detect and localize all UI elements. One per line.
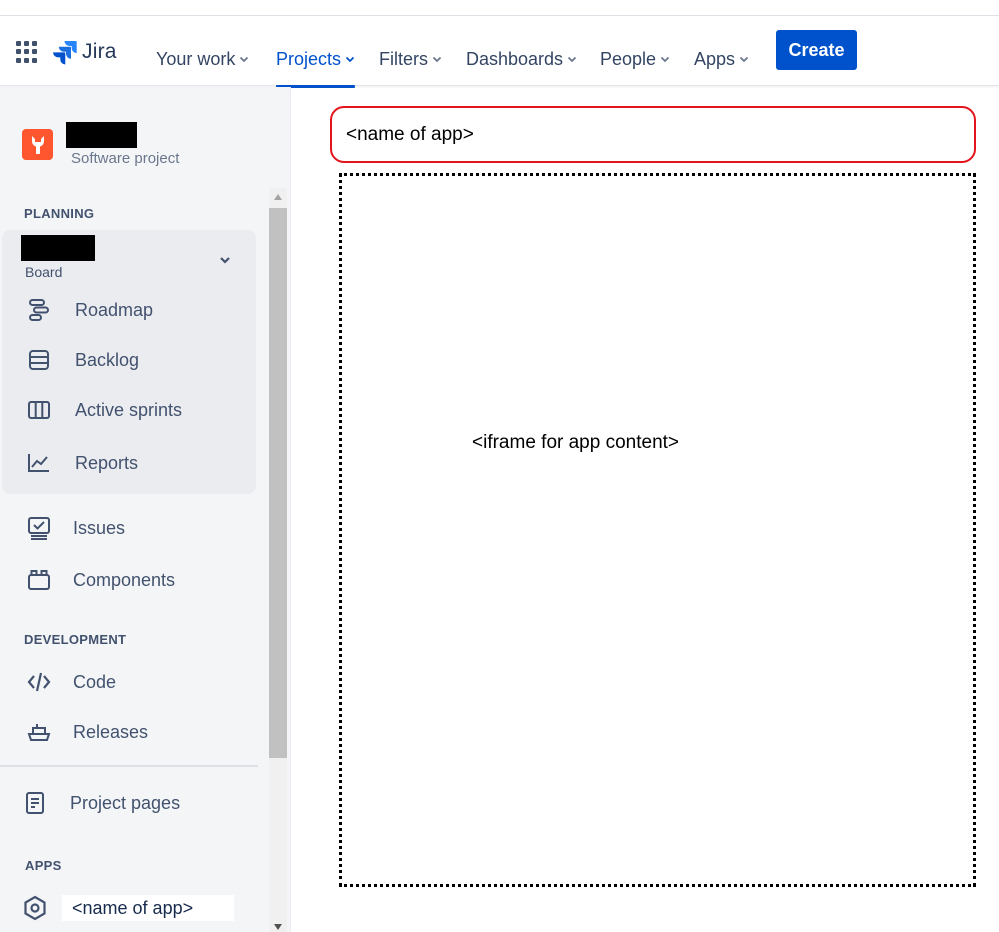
project-name-redacted[interactable] xyxy=(66,122,137,148)
sidebar-item-issues[interactable]: Issues xyxy=(0,506,258,550)
scroll-thumb[interactable] xyxy=(269,208,287,758)
project-type: Software project xyxy=(71,150,180,167)
create-button[interactable]: Create xyxy=(776,30,857,70)
nav-projects[interactable]: Projects xyxy=(276,32,356,88)
sidebar-item-label: Active sprints xyxy=(75,399,183,420)
planning-heading: PLANNING xyxy=(24,206,95,221)
nav-apps[interactable]: Apps xyxy=(694,32,749,86)
jira-logo[interactable]: Jira xyxy=(52,38,117,66)
nav-your-work[interactable]: Your work xyxy=(156,32,249,86)
apps-heading: APPS xyxy=(25,858,62,873)
nav-people[interactable]: People xyxy=(600,32,670,86)
app-switcher-icon[interactable] xyxy=(16,41,38,63)
sidebar-divider xyxy=(0,765,258,767)
project-pages-icon xyxy=(21,789,49,817)
nav-your-work-label: Your work xyxy=(156,48,236,69)
project-sidebar: Software project PLANNING Board Roadmap … xyxy=(0,87,291,932)
chevron-down-icon xyxy=(567,56,577,63)
nav-filters[interactable]: Filters xyxy=(379,32,442,86)
sidebar-item-label: Code xyxy=(73,671,117,692)
chevron-down-icon[interactable] xyxy=(218,253,232,267)
sidebar-item-label: Issues xyxy=(73,517,126,538)
nav-people-label: People xyxy=(600,48,657,69)
app-name-header: <name of app> xyxy=(330,106,976,163)
components-icon xyxy=(25,566,53,594)
backlog-icon xyxy=(25,346,53,374)
sidebar-item-label: Backlog xyxy=(75,349,140,370)
sidebar-item-label: Project pages xyxy=(70,792,181,813)
board-subtitle: Board xyxy=(25,264,63,280)
nav-dashboards-label: Dashboards xyxy=(466,48,564,69)
chevron-down-icon xyxy=(660,56,670,63)
sidebar-item-components[interactable]: Components xyxy=(0,558,258,602)
nav-apps-label: Apps xyxy=(694,48,736,69)
sidebar-item-roadmap[interactable]: Roadmap xyxy=(0,288,258,332)
sidebar-item-label: Roadmap xyxy=(75,299,154,320)
sidebar-item-label: Releases xyxy=(73,721,149,742)
scroll-down-icon[interactable] xyxy=(274,924,282,930)
jira-logo-icon xyxy=(53,41,77,65)
releases-icon xyxy=(25,718,53,746)
chevron-down-icon xyxy=(345,56,355,63)
sidebar-item-backlog[interactable]: Backlog xyxy=(0,338,258,382)
chevron-down-icon xyxy=(739,56,749,63)
sidebar-item-code[interactable]: Code xyxy=(0,660,258,704)
active-sprints-icon xyxy=(25,396,53,424)
sidebar-app-name[interactable]: <name of app> xyxy=(62,895,234,921)
development-heading: DEVELOPMENT xyxy=(24,632,127,647)
board-name-redacted[interactable] xyxy=(21,235,95,261)
top-navigation: Jira Your work Projects Filters Dashboar… xyxy=(0,16,999,88)
wrench-icon xyxy=(31,135,44,154)
sidebar-scrollbar[interactable] xyxy=(269,188,287,932)
sidebar-item-releases[interactable]: Releases xyxy=(0,710,258,754)
iframe-placeholder-text: <iframe for app content> xyxy=(472,432,680,453)
sidebar-item-label: Reports xyxy=(75,452,139,473)
app-iframe-placeholder[interactable]: <iframe for app content> xyxy=(339,173,976,887)
chevron-down-icon xyxy=(432,56,442,63)
app-name-text: <name of app> xyxy=(346,123,474,145)
sidebar-item-active-sprints[interactable]: Active sprints xyxy=(0,388,258,432)
scroll-up-icon[interactable] xyxy=(274,194,282,200)
roadmap-icon xyxy=(25,296,53,324)
sidebar-item-reports[interactable]: Reports xyxy=(0,441,258,485)
nav-dashboards[interactable]: Dashboards xyxy=(466,32,577,86)
nav-projects-label: Projects xyxy=(276,48,342,69)
sidebar-item-project-pages[interactable]: Project pages xyxy=(0,781,258,825)
app-hexagon-icon xyxy=(21,894,49,922)
code-icon xyxy=(25,668,53,696)
browser-top-edge xyxy=(0,0,999,16)
sidebar-item-label: Components xyxy=(73,569,176,590)
issues-icon xyxy=(25,514,53,542)
nav-filters-label: Filters xyxy=(379,48,428,69)
logo-text: Jira xyxy=(82,40,117,63)
chevron-down-icon xyxy=(240,56,249,63)
project-avatar[interactable] xyxy=(22,129,53,160)
reports-icon xyxy=(25,449,53,477)
